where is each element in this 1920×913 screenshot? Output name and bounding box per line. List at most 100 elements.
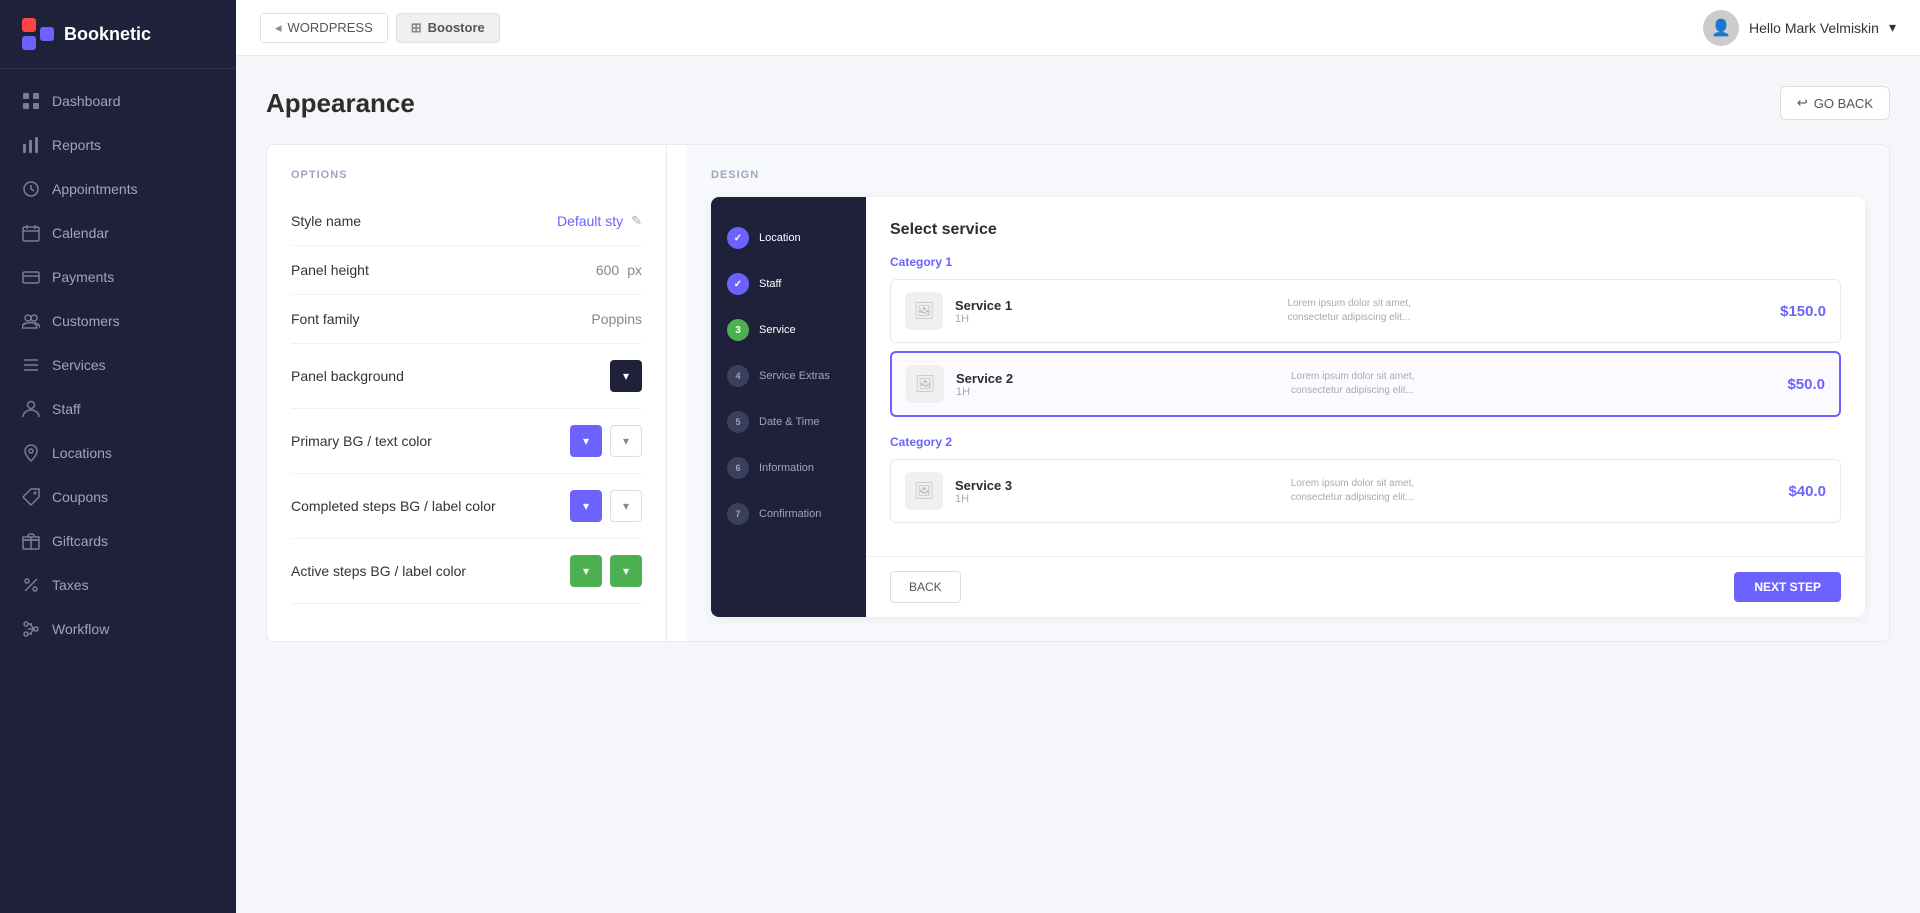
sidebar-item-coupons[interactable]: Coupons: [0, 475, 236, 519]
primary-text-color-btn[interactable]: ▾: [610, 425, 642, 457]
completed-steps-color-btn[interactable]: ▾: [570, 490, 602, 522]
select-service-title: Select service: [890, 221, 1841, 239]
user-menu[interactable]: 👤 Hello Mark Velmiskin ▾: [1703, 10, 1896, 46]
service-3-info: Service 3 1H: [955, 478, 1279, 505]
primary-bg-label: Primary BG / text color: [291, 433, 432, 449]
wordpress-tab[interactable]: ◂ WORDPRESS: [260, 13, 388, 43]
sidebar-item-giftcards[interactable]: Giftcards: [0, 519, 236, 563]
sidebar-item-taxes-label: Taxes: [52, 577, 89, 593]
preview-next-button[interactable]: NEXT STEP: [1734, 572, 1841, 602]
sidebar-item-appointments[interactable]: Appointments: [0, 167, 236, 211]
user-greeting: Hello Mark Velmiskin: [1749, 20, 1879, 36]
step-service[interactable]: 3 Service: [711, 309, 866, 351]
chart-icon: [22, 136, 40, 154]
active-steps-label: Active steps BG / label color: [291, 563, 466, 579]
step-service-circle: 3: [727, 319, 749, 341]
sidebar-item-reports[interactable]: Reports: [0, 123, 236, 167]
appearance-panel: OPTIONS Style name Default sty ✎ Panel h…: [266, 144, 1890, 642]
go-back-button[interactable]: ↩ GO BACK: [1780, 86, 1890, 120]
style-name-value: Default sty ✎: [557, 213, 642, 229]
topbar: ◂ WORDPRESS ⊞ Boostore 👤 Hello Mark Velm…: [236, 0, 1920, 56]
primary-bg-color-btn[interactable]: ▾: [570, 425, 602, 457]
step-staff[interactable]: ✓ Staff: [711, 263, 866, 305]
sidebar-item-services[interactable]: Services: [0, 343, 236, 387]
panel-height-label: Panel height: [291, 262, 369, 278]
sidebar-item-staff[interactable]: Staff: [0, 387, 236, 431]
active-steps-text-btn[interactable]: ▾: [610, 555, 642, 587]
service-1-card[interactable]: 🖼 Service 1 1H Lorem ipsum dolor sit ame…: [890, 279, 1841, 343]
go-back-arrow-icon: ↩: [1797, 95, 1808, 111]
sidebar-item-calendar-label: Calendar: [52, 225, 109, 241]
completed-steps-text-btn[interactable]: ▾: [610, 490, 642, 522]
sidebar-item-customers-label: Customers: [52, 313, 120, 329]
step-confirmation[interactable]: 7 Confirmation: [711, 493, 866, 535]
preview-sidebar: ✓ Location ✓ Staff 3 Service 4: [711, 197, 866, 617]
sidebar-nav: Dashboard Reports Appointments Calendar …: [0, 69, 236, 661]
step-information[interactable]: 6 Information: [711, 447, 866, 489]
style-name-link[interactable]: Default sty: [557, 213, 623, 229]
app-name: Booknetic: [64, 24, 151, 45]
sidebar-item-payments-label: Payments: [52, 269, 114, 285]
style-name-label: Style name: [291, 213, 361, 229]
service-1-info: Service 1 1H: [955, 298, 1275, 325]
step-datetime-circle: 5: [727, 411, 749, 433]
list-icon: [22, 356, 40, 374]
service-3-thumb-icon: 🖼: [914, 481, 934, 501]
step-service-label: Service: [759, 324, 796, 336]
boostore-tab[interactable]: ⊞ Boostore: [396, 13, 500, 43]
sidebar-item-locations-label: Locations: [52, 445, 112, 461]
active-steps-bg-btn[interactable]: ▾: [570, 555, 602, 587]
step-datetime[interactable]: 5 Date & Time: [711, 401, 866, 443]
panel-background-row: Panel background ▾: [291, 344, 642, 409]
preview-main: Select service Category 1 🖼 Service 1 1H: [866, 197, 1865, 617]
people-icon: [22, 312, 40, 330]
sidebar-item-dashboard-label: Dashboard: [52, 93, 121, 109]
service-3-card[interactable]: 🖼 Service 3 1H Lorem ipsum dolor sit ame…: [890, 459, 1841, 523]
active-steps-row: Active steps BG / label color ▾ ▾: [291, 539, 642, 604]
options-section-label: OPTIONS: [291, 169, 642, 181]
sidebar-item-calendar[interactable]: Calendar: [0, 211, 236, 255]
completed-steps-row: Completed steps BG / label color ▾ ▾: [291, 474, 642, 539]
page-content: Appearance ↩ GO BACK OPTIONS Style name …: [236, 56, 1920, 913]
panel-height-row: Panel height 600 px: [291, 246, 642, 295]
category-2-label: Category 2: [890, 435, 1841, 449]
step-location[interactable]: ✓ Location: [711, 217, 866, 259]
service-3-desc: Lorem ipsum dolor sit amet,consectetur a…: [1291, 477, 1777, 505]
sidebar-item-reports-label: Reports: [52, 137, 101, 153]
service-1-duration: 1H: [955, 313, 1275, 325]
card-icon: [22, 268, 40, 286]
completed-steps-label: Completed steps BG / label color: [291, 498, 496, 514]
sidebar-item-customers[interactable]: Customers: [0, 299, 236, 343]
sidebar-item-payments[interactable]: Payments: [0, 255, 236, 299]
design-preview: ✓ Location ✓ Staff 3 Service 4: [711, 197, 1865, 617]
service-1-name: Service 1: [955, 298, 1275, 313]
back-arrow-icon: ◂: [275, 20, 282, 36]
sidebar-item-workflow-label: Workflow: [52, 621, 109, 637]
sidebar-item-coupons-label: Coupons: [52, 489, 108, 505]
panel-background-color-btn[interactable]: ▾: [610, 360, 642, 392]
sidebar-item-workflow[interactable]: Workflow: [0, 607, 236, 651]
sidebar-item-dashboard[interactable]: Dashboard: [0, 79, 236, 123]
gift-icon: [22, 532, 40, 550]
main-area: ◂ WORDPRESS ⊞ Boostore 👤 Hello Mark Velm…: [236, 0, 1920, 913]
category-1-label: Category 1: [890, 255, 1841, 269]
font-family-value: Poppins: [591, 311, 642, 327]
step-confirm-circle: 7: [727, 503, 749, 525]
step-service-extras[interactable]: 4 Service Extras: [711, 355, 866, 397]
service-2-card[interactable]: 🖼 Service 2 1H Lorem ipsum dolor sit ame…: [890, 351, 1841, 417]
sidebar-item-taxes[interactable]: Taxes: [0, 563, 236, 607]
service-2-thumb-icon: 🖼: [915, 374, 935, 394]
edit-icon[interactable]: ✎: [631, 213, 642, 229]
font-family-label: Font family: [291, 311, 359, 327]
step-location-circle: ✓: [727, 227, 749, 249]
service-3-name: Service 3: [955, 478, 1279, 493]
service-2-thumb: 🖼: [906, 365, 944, 403]
service-3-duration: 1H: [955, 493, 1279, 505]
step-extras-circle: 4: [727, 365, 749, 387]
step-location-label: Location: [759, 232, 801, 244]
preview-back-button[interactable]: BACK: [890, 571, 961, 603]
page-header: Appearance ↩ GO BACK: [266, 86, 1890, 120]
service-2-desc: Lorem ipsum dolor sit amet,consectetur a…: [1291, 370, 1775, 398]
percent-icon: [22, 576, 40, 594]
sidebar-item-locations[interactable]: Locations: [0, 431, 236, 475]
